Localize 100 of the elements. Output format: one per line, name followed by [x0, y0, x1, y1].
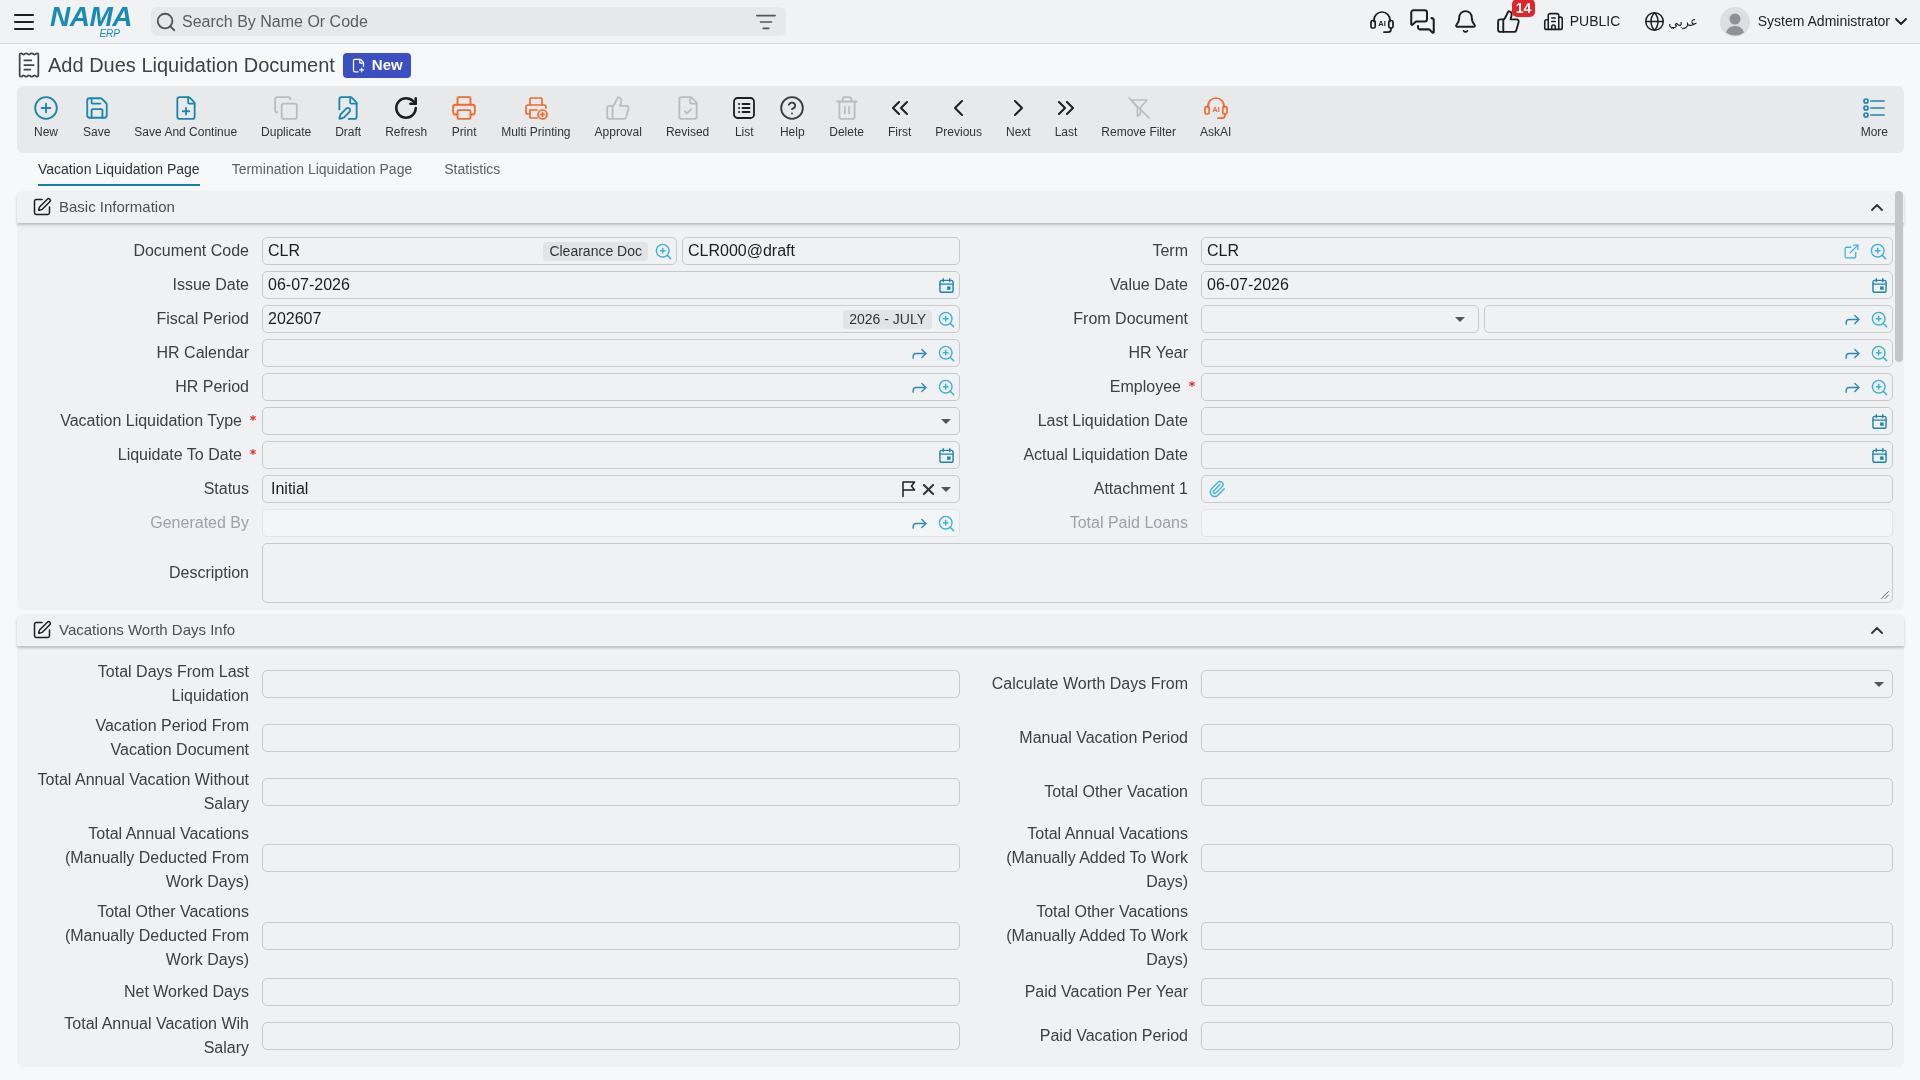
lookup-field[interactable]: CLR Clearance Doc	[262, 237, 677, 265]
toolbar-button[interactable]: Next	[994, 86, 1043, 153]
code-field[interactable]: CLR000@draft	[682, 237, 960, 265]
external-link-icon[interactable]	[1843, 242, 1860, 260]
date-field[interactable]	[262, 441, 960, 469]
input-field[interactable]	[262, 844, 960, 872]
input-field[interactable]	[262, 922, 960, 950]
search-plus-icon[interactable]	[937, 309, 956, 329]
search-plus-icon[interactable]	[937, 377, 956, 397]
lookup-field[interactable]: 202607 2026 - JULY	[262, 305, 960, 333]
field-label: Generated By	[150, 513, 249, 533]
dropdown-field[interactable]	[1201, 305, 1479, 333]
paperclip-icon[interactable]	[1208, 480, 1226, 498]
input-field[interactable]	[1201, 724, 1893, 752]
field-label: HR Period	[175, 377, 249, 397]
caret-down-icon[interactable]	[941, 486, 951, 492]
toolbar-button[interactable]: Previous	[923, 86, 994, 153]
input-field[interactable]	[1201, 778, 1893, 806]
toolbar-button[interactable]: Save And Continue	[122, 86, 250, 153]
calendar-icon[interactable]	[1872, 277, 1887, 293]
field-label: Total Annual Vacations (Manually Deducted From Work Days)	[63, 824, 249, 892]
bell-icon[interactable]	[1452, 9, 1478, 34]
search-plus-icon[interactable]	[654, 241, 673, 261]
date-field[interactable]: 06-07-2026	[1201, 271, 1893, 299]
user-menu-button[interactable]: System Administrator	[1719, 6, 1907, 37]
input-field[interactable]	[262, 724, 960, 752]
section-header[interactable]: Basic Information	[17, 191, 1904, 223]
calendar-icon[interactable]	[939, 277, 954, 293]
input-field[interactable]	[262, 1022, 960, 1050]
field-label: Value Date	[1110, 275, 1188, 295]
search-plus-icon[interactable]	[937, 343, 956, 363]
toolbar-button[interactable]: Save	[71, 86, 123, 153]
input-field[interactable]	[1201, 844, 1893, 872]
globe-icon	[1644, 11, 1666, 32]
search-plus-icon[interactable]	[1870, 377, 1889, 397]
badge-label: New	[371, 54, 403, 75]
calendar-icon[interactable]	[939, 447, 954, 463]
flag-icon[interactable]	[902, 481, 916, 497]
attachment-field[interactable]	[1201, 475, 1893, 503]
search-plus-icon[interactable]	[1870, 343, 1889, 363]
tab[interactable]: Statistics	[444, 161, 501, 186]
file-plus-icon	[350, 57, 366, 73]
input-field[interactable]	[262, 778, 960, 806]
toolbar-button[interactable]: More	[1848, 86, 1900, 153]
toolbar-button[interactable]: Help	[767, 86, 818, 153]
toolbar-button[interactable]: Refresh	[373, 86, 440, 153]
input-field[interactable]	[262, 670, 960, 698]
dropdown-field[interactable]	[262, 407, 960, 435]
search-icon	[155, 10, 177, 33]
input-field[interactable]	[1201, 1022, 1893, 1050]
input-field[interactable]	[1201, 978, 1893, 1006]
calendar-icon[interactable]	[1872, 447, 1887, 463]
scrollbar-thumb[interactable]	[1895, 191, 1903, 362]
section-header[interactable]: Vacations Worth Days Info	[17, 614, 1904, 646]
calendar-icon[interactable]	[1872, 413, 1887, 429]
caret-down-icon[interactable]	[941, 418, 951, 424]
date-field[interactable]	[1201, 407, 1893, 435]
caret-down-icon[interactable]	[1455, 316, 1465, 322]
toolbar-button[interactable]: List	[721, 86, 768, 153]
lookup-field[interactable]	[1201, 339, 1893, 367]
x-icon[interactable]	[923, 483, 934, 495]
lookup-field[interactable]	[262, 339, 960, 367]
lookup-field[interactable]	[1201, 373, 1893, 401]
company-button[interactable]: PUBLIC	[1542, 11, 1621, 32]
chevron-down-icon	[1895, 18, 1907, 25]
search-plus-icon[interactable]	[1870, 309, 1889, 329]
toolbar-button[interactable]: Draft	[323, 86, 374, 153]
resize-handle-icon[interactable]	[1881, 591, 1889, 599]
tab[interactable]: Termination Liquidation Page	[231, 161, 413, 186]
search-plus-icon[interactable]	[1869, 241, 1888, 261]
bullet-list-icon	[1863, 98, 1886, 118]
field-label: Status	[203, 479, 249, 499]
chat-icon[interactable]	[1408, 8, 1436, 35]
field-label: Actual Liquidation Date	[1023, 445, 1188, 465]
field-label: Total Other Vacations (Manually Deducted From Work Days)	[63, 902, 249, 970]
lookup-field[interactable]: CLR	[1201, 237, 1893, 265]
avatar-icon	[1719, 6, 1750, 37]
tab[interactable]: Vacation Liquidation Page	[38, 161, 200, 186]
toolbar-button[interactable]: First	[875, 86, 924, 153]
toolbar-button[interactable]: Multi Printing	[489, 86, 583, 153]
toolbar-button[interactable]: New	[21, 86, 71, 153]
field-label: HR Year	[1128, 343, 1188, 363]
date-field[interactable]	[1201, 441, 1893, 469]
toolbar-button[interactable]: Print	[439, 86, 490, 153]
menu-icon[interactable]	[14, 13, 34, 30]
lookup-field[interactable]	[1484, 305, 1893, 333]
field-label: Net Worked Days	[123, 982, 249, 1002]
dropdown-field[interactable]: Initial	[262, 475, 960, 503]
date-field[interactable]: 06-07-2026	[262, 271, 960, 299]
language-button[interactable]: عربي	[1644, 11, 1698, 32]
field-label: Total Days From Last Liquidation	[96, 662, 249, 706]
input-field[interactable]	[262, 978, 960, 1006]
dropdown-field[interactable]	[1201, 670, 1893, 698]
toolbar-button[interactable]: Last	[1042, 86, 1090, 153]
input-field[interactable]	[1201, 922, 1893, 950]
caret-down-icon[interactable]	[1874, 681, 1884, 687]
lookup-chip: Clearance Doc	[543, 241, 648, 261]
lookup-field[interactable]	[262, 373, 960, 401]
edit-icon	[32, 620, 52, 640]
field-label: Document Code	[133, 241, 249, 261]
